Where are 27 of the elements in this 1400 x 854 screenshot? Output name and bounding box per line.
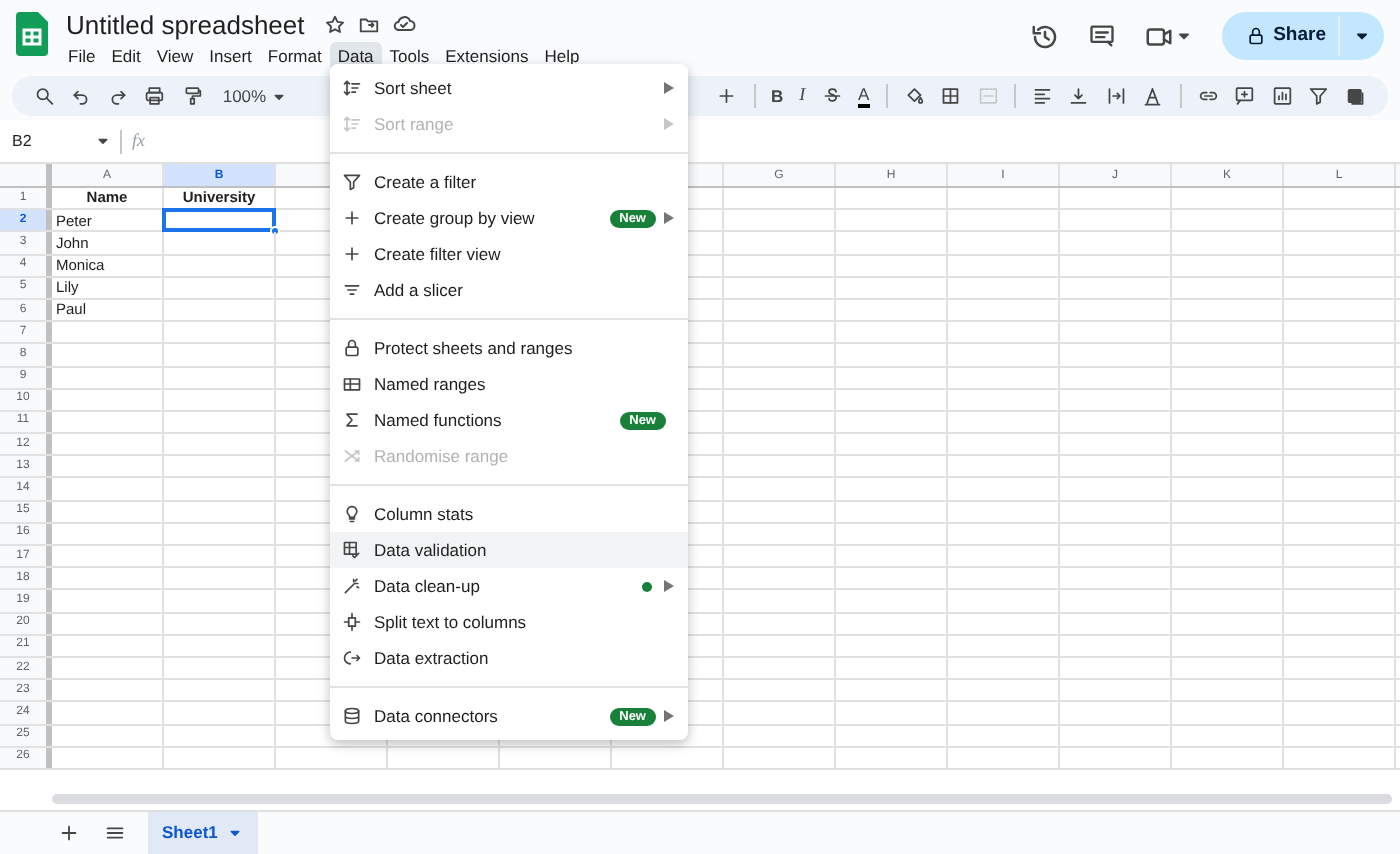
menu-item[interactable]: Insert [201, 41, 260, 71]
menu-item[interactable]: Tools [381, 41, 438, 71]
menu-item[interactable]: Format [259, 41, 330, 71]
menu-item[interactable]: Add a slicer [330, 272, 688, 308]
name-box[interactable]: B2 [12, 129, 32, 153]
menu-item[interactable]: Data extraction [330, 640, 688, 676]
menu-item[interactable]: Sort sheet [330, 70, 688, 106]
menu-item[interactable]: Column stats [330, 496, 688, 532]
menu-item[interactable]: Data validation [330, 532, 688, 568]
menu-item[interactable]: Data clean-up [330, 568, 688, 604]
text-color-button[interactable]: A [858, 84, 870, 108]
menu-item[interactable]: Split text to columns [330, 604, 688, 640]
menu-item[interactable]: Create filter view [330, 236, 688, 272]
menu-item[interactable]: Extensions [437, 41, 537, 71]
zoom-dropdown[interactable]: 100% [222, 83, 289, 109]
menu-item[interactable]: Create a filter [330, 164, 688, 200]
formula-icon: fx [132, 127, 145, 155]
italic-button[interactable]: I [799, 82, 806, 110]
menu-item[interactable]: Edit [103, 41, 149, 71]
menu-item[interactable]: Help [536, 41, 588, 71]
bold-button[interactable]: B [770, 83, 784, 109]
menu-item[interactable]: File [60, 41, 104, 71]
sheet-tab[interactable]: Sheet1 [148, 812, 258, 854]
menu-item[interactable]: Protect sheets and ranges [330, 330, 688, 366]
menu-item[interactable]: View [148, 41, 202, 71]
menu-item[interactable]: Named ranges [330, 366, 688, 402]
document-title[interactable]: Untitled spreadsheet [66, 11, 305, 37]
